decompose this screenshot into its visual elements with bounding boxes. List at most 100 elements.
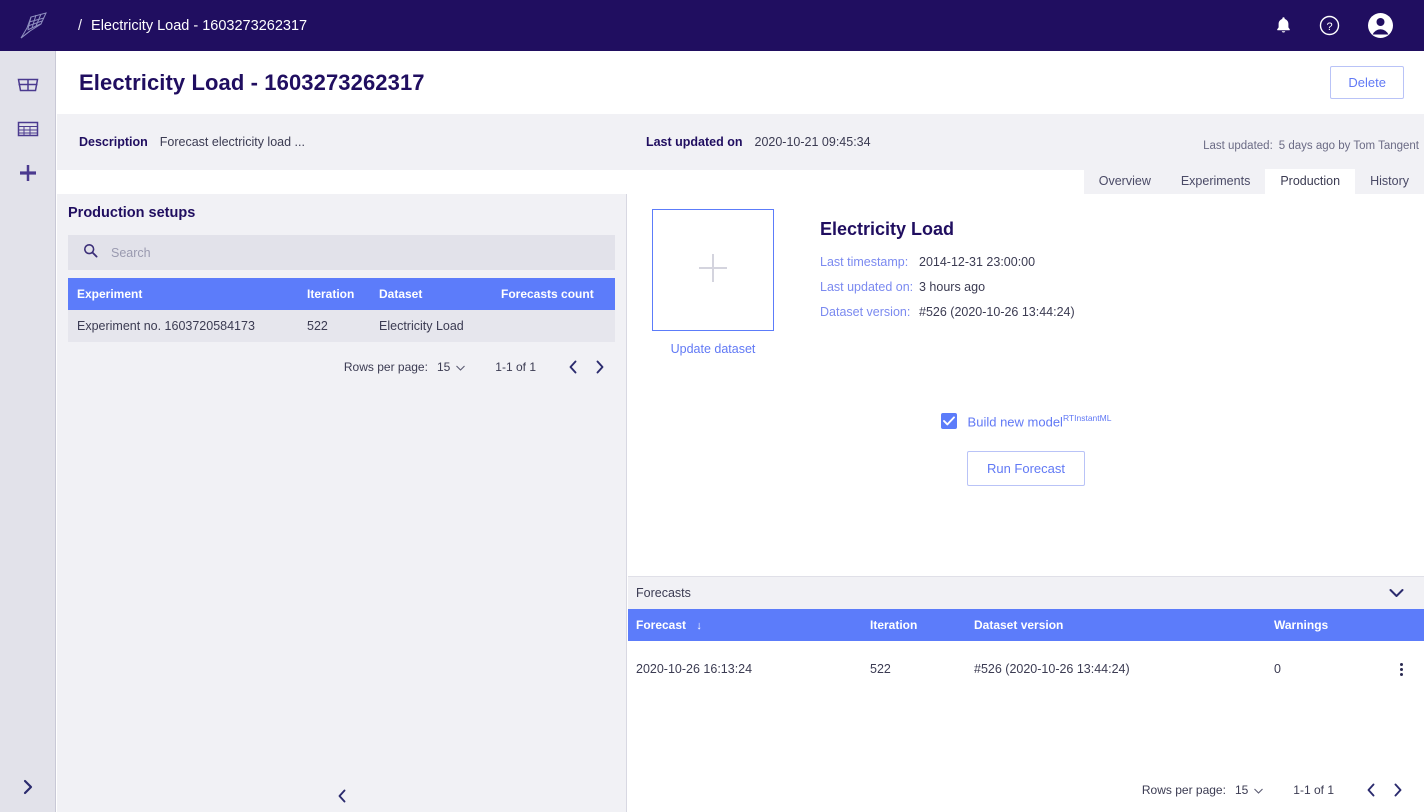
- cell-forecast: 2020-10-26 16:13:24: [628, 641, 862, 697]
- tab-overview[interactable]: Overview: [1083, 169, 1166, 194]
- last-updated-on-label: Last updated on: [645, 135, 743, 149]
- last-updated-on-label: Last updated on:: [820, 280, 914, 294]
- dataset-summary: Update dataset Electricity Load Last tim…: [628, 194, 1424, 356]
- last-updated-label: Last updated:: [1203, 140, 1273, 152]
- description-value: Forecast electricity load ...: [159, 135, 305, 149]
- search-input[interactable]: Search: [68, 235, 615, 270]
- delete-button[interactable]: Delete: [1330, 66, 1404, 99]
- add-new-icon: [16, 161, 40, 190]
- column-forecast-label: Forecast: [636, 618, 687, 632]
- column-experiment[interactable]: Experiment: [68, 278, 298, 310]
- rtinstantml-superscript: RTInstantML: [1062, 413, 1112, 423]
- arrow-down-icon: ↓: [696, 620, 702, 632]
- column-iteration[interactable]: Iteration: [862, 609, 966, 641]
- build-new-model-checkbox[interactable]: [940, 413, 957, 430]
- rows-per-page-value: 15: [1234, 783, 1249, 797]
- dataset-field-last-updated-on: Last updated on: 3 hours ago: [820, 280, 1075, 294]
- account-icon[interactable]: [1367, 12, 1394, 39]
- cell-iteration: 522: [298, 310, 370, 342]
- chevron-right-icon: [596, 360, 603, 374]
- breadcrumb-title[interactable]: Electricity Load - 1603273262317: [91, 18, 307, 34]
- rows-per-page-value: 15: [436, 360, 451, 374]
- pagination-range: 1-1 of 1: [1293, 783, 1334, 797]
- run-forecast-row: Run Forecast: [628, 451, 1424, 487]
- page-header: Electricity Load - 1603273262317 Delete: [57, 51, 1424, 114]
- tab-history[interactable]: History: [1355, 169, 1424, 194]
- breadcrumb-separator: /: [78, 17, 83, 34]
- dataset-thumbnail-column: Update dataset: [652, 209, 774, 356]
- production-setups-panel: Production setups Search Experiment Iter…: [57, 194, 627, 812]
- table-header-row: Experiment Iteration Dataset Forecasts c…: [68, 278, 615, 310]
- production-setups-title: Production setups: [68, 205, 196, 221]
- dataset-thumbnail[interactable]: [652, 209, 774, 331]
- last-updated-value: 5 days ago by Tom Tangent: [1278, 140, 1419, 152]
- cell-actions: [1370, 641, 1424, 697]
- column-dataset[interactable]: Dataset: [370, 278, 492, 310]
- production-setups-table: Experiment Iteration Dataset Forecasts c…: [68, 278, 615, 342]
- previous-page-button[interactable]: [1358, 777, 1384, 803]
- cell-iteration: 522: [862, 641, 966, 697]
- top-bar: / Electricity Load - 1603273262317 ?: [0, 0, 1424, 51]
- last-updated-by: Last updated: 5 days ago by Tom Tangent: [1203, 140, 1419, 152]
- cell-forecasts-count: [492, 310, 615, 342]
- previous-page-button[interactable]: [560, 354, 586, 380]
- sidebar-item-datasets[interactable]: [0, 109, 56, 153]
- app-logo[interactable]: [0, 0, 68, 51]
- build-new-model-text: Build new model: [967, 414, 1063, 430]
- rail-expand-button[interactable]: [0, 766, 56, 812]
- forecasts-title: Forecasts: [636, 586, 691, 600]
- search-placeholder: Search: [111, 245, 151, 260]
- tab-production[interactable]: Production: [1265, 169, 1356, 194]
- column-warnings[interactable]: Warnings: [1266, 609, 1370, 641]
- column-forecasts-count[interactable]: Forecasts count: [492, 278, 615, 310]
- last-updated-on-value: 2020-10-21 09:45:34: [754, 135, 871, 149]
- plus-icon: [691, 246, 735, 295]
- tab-experiments[interactable]: Experiments: [1165, 169, 1266, 194]
- chevron-down-icon: [456, 360, 466, 374]
- dashboard-icon: [16, 74, 40, 101]
- svg-text:?: ?: [1326, 21, 1332, 33]
- dataset-field-last-timestamp: Last timestamp: 2014-12-31 23:00:00: [820, 255, 1075, 269]
- forecasts-header-row: Forecast ↓ Iteration Dataset version War…: [628, 609, 1424, 641]
- column-actions: [1370, 609, 1424, 641]
- search-icon: [83, 243, 98, 263]
- sidebar-item-dashboard[interactable]: [0, 65, 56, 109]
- forecasts-section-header[interactable]: Forecasts: [628, 576, 1424, 609]
- rows-per-page-select[interactable]: 15: [1234, 783, 1264, 797]
- rows-per-page-label: Rows per page:: [343, 360, 428, 374]
- cell-experiment: Experiment no. 1603720584173: [68, 310, 298, 342]
- breadcrumb: / Electricity Load - 1603273262317: [78, 18, 307, 34]
- pagination-range: 1-1 of 1: [495, 360, 536, 374]
- build-new-model-row: Build new modelRTInstantML: [628, 413, 1424, 429]
- next-page-button[interactable]: [1384, 777, 1410, 803]
- rows-per-page-select[interactable]: 15: [436, 360, 466, 374]
- sidebar-item-add-new[interactable]: [0, 153, 56, 197]
- datasets-table-icon: [16, 119, 40, 144]
- update-dataset-link[interactable]: Update dataset: [671, 342, 756, 356]
- cell-warnings: 0: [1266, 641, 1370, 697]
- chevron-down-icon: [1254, 783, 1264, 797]
- chevron-down-icon: [1389, 589, 1404, 597]
- column-iteration[interactable]: Iteration: [298, 278, 370, 310]
- chevron-left-icon: [338, 789, 345, 803]
- next-page-button[interactable]: [586, 354, 612, 380]
- tab-bar: Overview Experiments Production History: [1083, 169, 1424, 194]
- kebab-menu-icon[interactable]: [1378, 662, 1424, 676]
- dataset-name: Electricity Load: [820, 219, 955, 239]
- last-timestamp-value: 2014-12-31 23:00:00: [919, 255, 1036, 269]
- table-row[interactable]: 2020-10-26 16:13:24 522 #526 (2020-10-26…: [628, 641, 1424, 697]
- table-row[interactable]: Experiment no. 1603720584173 522 Electri…: [68, 310, 615, 342]
- column-dataset-version[interactable]: Dataset version: [966, 609, 1266, 641]
- forecasts-collapse-button[interactable]: [1389, 588, 1404, 598]
- help-icon[interactable]: ?: [1319, 15, 1340, 36]
- description-label: Description: [79, 135, 148, 149]
- check-icon: [942, 416, 955, 426]
- meta-strip: Description Forecast electricity load ..…: [57, 114, 1424, 170]
- collapse-panel-button[interactable]: [57, 789, 627, 803]
- chevron-left-icon: [569, 360, 576, 374]
- notifications-icon[interactable]: [1275, 16, 1292, 35]
- column-forecast[interactable]: Forecast ↓: [628, 609, 862, 641]
- run-forecast-button[interactable]: Run Forecast: [966, 451, 1086, 487]
- chevron-right-icon: [1394, 783, 1401, 797]
- production-detail-panel: Update dataset Electricity Load Last tim…: [628, 194, 1424, 812]
